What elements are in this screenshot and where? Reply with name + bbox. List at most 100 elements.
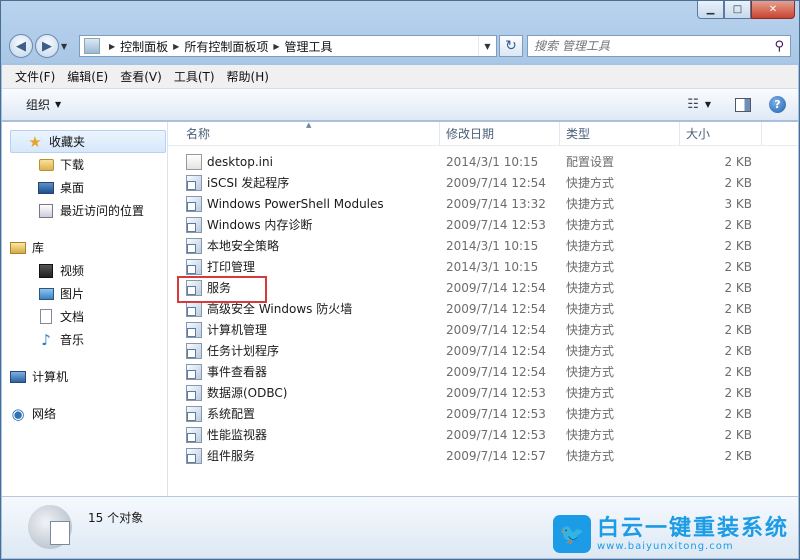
search-icon[interactable]: ⚲: [774, 39, 784, 54]
file-size: 2 KB: [724, 364, 752, 379]
file-name-cell: 系统配置: [168, 405, 440, 422]
file-row[interactable]: 任务计划程序 2009/7/14 12:54 快捷方式 2 KB: [168, 340, 798, 361]
file-name-cell: 高级安全 Windows 防火墙: [168, 300, 440, 317]
menu-edit[interactable]: 编辑(E): [62, 68, 113, 85]
menu-file[interactable]: 文件(F): [10, 68, 60, 85]
file-size: 3 KB: [724, 196, 752, 211]
column-type[interactable]: 类型: [560, 122, 680, 145]
file-row[interactable]: 高级安全 Windows 防火墙 2009/7/14 12:54 快捷方式 2 KB: [168, 298, 798, 319]
nav-videos[interactable]: 视频: [2, 259, 167, 282]
nav-favorites[interactable]: ★ 收藏夹: [10, 130, 166, 153]
file-row[interactable]: Windows PowerShell Modules 2009/7/14 13:3…: [168, 193, 798, 214]
file-date: 2009/7/14 12:54: [446, 343, 546, 358]
nav-recent-places[interactable]: 最近访问的位置: [2, 199, 167, 222]
file-date: 2009/7/14 12:57: [446, 448, 546, 463]
recent-pages-dropdown[interactable]: ▼: [61, 42, 75, 51]
nav-desktop[interactable]: 桌面: [2, 176, 167, 199]
file-row[interactable]: 数据源(ODBC) 2009/7/14 12:53 快捷方式 2 KB: [168, 382, 798, 403]
file-type: 快捷方式: [566, 197, 615, 211]
menu-help[interactable]: 帮助(H): [222, 68, 274, 85]
nav-downloads[interactable]: 下载: [2, 153, 167, 176]
file-name-cell: Windows PowerShell Modules: [168, 195, 440, 212]
file-date: 2009/7/14 12:54: [446, 322, 546, 337]
file-row[interactable]: 性能监视器 2009/7/14 12:53 快捷方式 2 KB: [168, 424, 798, 445]
file-name: 本地安全策略: [207, 239, 280, 253]
file-row[interactable]: 事件查看器 2009/7/14 12:54 快捷方式 2 KB: [168, 361, 798, 382]
menu-tools[interactable]: 工具(T): [169, 68, 220, 85]
file-type: 快捷方式: [566, 218, 615, 232]
file-row[interactable]: iSCSI 发起程序 2009/7/14 12:54 快捷方式 2 KB: [168, 172, 798, 193]
preview-pane-icon[interactable]: [735, 97, 751, 112]
nav-computer[interactable]: 计算机: [2, 365, 167, 388]
nav-libraries[interactable]: 库: [2, 236, 167, 259]
file-type: 快捷方式: [566, 302, 615, 316]
nav-network[interactable]: ◉ 网络: [2, 402, 167, 425]
help-icon[interactable]: ?: [769, 96, 786, 113]
file-date: 2009/7/14 12:54: [446, 280, 546, 295]
breadcrumb-separator-icon[interactable]: ▶: [173, 42, 179, 51]
organize-button[interactable]: 组织 ▼: [26, 96, 61, 113]
network-icon: ◉: [11, 404, 25, 423]
file-list-pane: ▲ 名称 修改日期 类型 大小 desktop.ini 2014/3/1 10:1…: [168, 121, 798, 496]
shortcut-icon: [186, 321, 202, 338]
pictures-icon: [38, 286, 54, 302]
file-type: 快捷方式: [566, 323, 615, 337]
file-name: 性能监视器: [207, 428, 268, 442]
minimize-icon: ▁: [706, 4, 715, 15]
breadcrumb-control-panel[interactable]: 控制面板: [120, 38, 168, 55]
file-row[interactable]: 组件服务 2009/7/14 12:57 快捷方式 2 KB: [168, 445, 798, 466]
nav-music[interactable]: ♪ 音乐: [2, 328, 167, 351]
file-row[interactable]: 计算机管理 2009/7/14 12:54 快捷方式 2 KB: [168, 319, 798, 340]
address-bar[interactable]: ▶ 控制面板 ▶ 所有控制面板项 ▶ 管理工具 ▼: [79, 35, 497, 57]
file-name: 计算机管理: [207, 323, 268, 337]
column-date[interactable]: 修改日期: [440, 122, 560, 145]
file-date: 2009/7/14 13:32: [446, 196, 546, 211]
file-list: desktop.ini 2014/3/1 10:15 配置设置 2 KB iSCSI 发…: [168, 146, 798, 466]
address-dropdown-icon[interactable]: ▼: [478, 36, 496, 56]
file-size: 2 KB: [724, 343, 752, 358]
desktop-icon: [38, 180, 54, 196]
file-row[interactable]: 系统配置 2009/7/14 12:53 快捷方式 2 KB: [168, 403, 798, 424]
file-name: iSCSI 发起程序: [207, 176, 290, 190]
breadcrumb-separator-icon[interactable]: ▶: [273, 42, 279, 51]
shortcut-icon: [186, 237, 202, 254]
nav-label: 音乐: [60, 333, 85, 347]
menu-view[interactable]: 查看(V): [115, 68, 167, 85]
navigation-pane: ★ 收藏夹 下载 桌面 最近访问的位置 库 视频 图片 文档 ♪ 音乐 计算机 …: [2, 122, 168, 496]
refresh-button[interactable]: ↻: [499, 35, 523, 57]
favorites-group: ★ 收藏夹 下载 桌面 最近访问的位置: [2, 130, 167, 222]
file-name-cell: 打印管理: [168, 258, 440, 275]
view-options-icon[interactable]: ☷: [687, 97, 699, 112]
computer-icon: [10, 369, 26, 385]
file-name: 高级安全 Windows 防火墙: [207, 302, 353, 316]
breadcrumb-all-items[interactable]: 所有控制面板项: [184, 38, 268, 55]
shortcut-icon: [186, 405, 202, 422]
column-size[interactable]: 大小: [680, 122, 762, 145]
file-type: 快捷方式: [566, 344, 615, 358]
file-row[interactable]: 本地安全策略 2014/3/1 10:15 快捷方式 2 KB: [168, 235, 798, 256]
column-name[interactable]: 名称: [168, 122, 440, 145]
file-row[interactable]: 服务 2009/7/14 12:54 快捷方式 2 KB: [168, 277, 798, 298]
nav-documents[interactable]: 文档: [2, 305, 167, 328]
back-button[interactable]: ◀: [9, 34, 33, 58]
view-dropdown-icon[interactable]: ▼: [705, 100, 711, 109]
file-row[interactable]: Windows 内存诊断 2009/7/14 12:53 快捷方式 2 KB: [168, 214, 798, 235]
file-name: desktop.ini: [207, 154, 273, 169]
forward-button[interactable]: ▶: [35, 34, 59, 58]
shortcut-icon: [186, 258, 202, 275]
shortcut-icon: [186, 300, 202, 317]
minimize-button[interactable]: ▁: [697, 1, 724, 19]
breadcrumb-separator-icon[interactable]: ▶: [109, 42, 115, 51]
file-row[interactable]: 打印管理 2014/3/1 10:15 快捷方式 2 KB: [168, 256, 798, 277]
nav-pictures[interactable]: 图片: [2, 282, 167, 305]
file-date: 2009/7/14 12:53: [446, 427, 546, 442]
breadcrumb-admin-tools[interactable]: 管理工具: [285, 38, 333, 55]
file-row[interactable]: desktop.ini 2014/3/1 10:15 配置设置 2 KB: [168, 151, 798, 172]
content-area: ★ 收藏夹 下载 桌面 最近访问的位置 库 视频 图片 文档 ♪ 音乐 计算机 …: [2, 121, 798, 496]
search-input[interactable]: [534, 39, 775, 53]
close-button[interactable]: ✕: [751, 1, 795, 19]
shortcut-icon: [186, 363, 202, 380]
maximize-button[interactable]: □: [724, 1, 751, 19]
file-name: 服务: [207, 281, 232, 295]
window-controls: ▁ □ ✕: [697, 1, 795, 20]
